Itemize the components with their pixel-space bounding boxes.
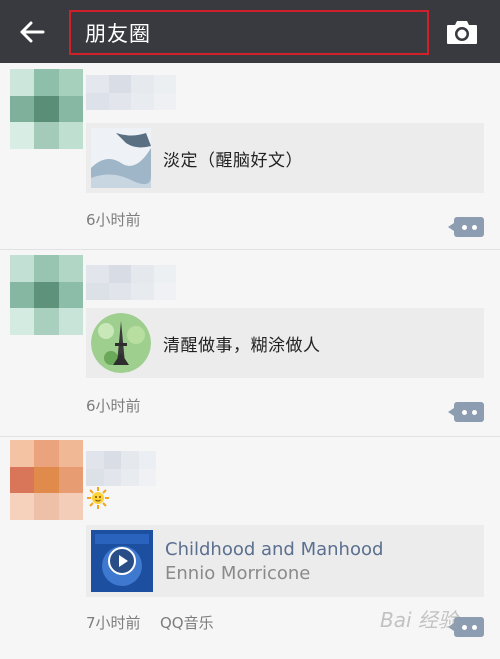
camera-button[interactable]: [440, 12, 484, 52]
page-title: 朋友圈: [85, 21, 151, 46]
user-name-blurred[interactable]: [86, 75, 176, 110]
avatar[interactable]: [10, 255, 83, 335]
top-bar: 朋友圈: [0, 0, 500, 63]
article-title: 清醒做事，糊涂做人: [163, 335, 321, 356]
comment-button[interactable]: [448, 617, 484, 637]
comment-dot: [471, 224, 477, 230]
post-time: 6小时前: [86, 397, 141, 415]
comment-button[interactable]: [448, 402, 484, 422]
feed-post: 淡定（醒脑好文） 6小时前: [0, 63, 500, 250]
article-title: 淡定（醒脑好文）: [163, 150, 303, 171]
user-name-blurred[interactable]: [86, 265, 176, 300]
feed-post: 清醒做事，糊涂做人 6小时前: [0, 250, 500, 437]
avatar[interactable]: [10, 69, 83, 149]
article-thumbnail: [91, 128, 151, 188]
watermark: Bai 经验: [380, 608, 458, 632]
shared-music-card[interactable]: Childhood and Manhood Ennio Morricone: [86, 525, 484, 597]
music-info: Childhood and Manhood Ennio Morricone: [165, 539, 383, 584]
shared-article-card[interactable]: 淡定（醒脑好文）: [86, 123, 484, 193]
post-time: 6小时前: [86, 211, 141, 229]
comment-dot: [471, 409, 477, 415]
avatar[interactable]: [10, 440, 83, 520]
back-button[interactable]: [10, 12, 54, 52]
sun-emoji: [87, 487, 109, 509]
play-icon[interactable]: [108, 547, 136, 575]
camera-icon: [447, 21, 477, 44]
album-cover: [91, 530, 153, 592]
comment-button[interactable]: [448, 217, 484, 237]
post-source[interactable]: QQ音乐: [160, 612, 214, 633]
music-title: Childhood and Manhood: [165, 538, 384, 560]
post-time: 7小时前: [86, 614, 141, 632]
page-title-box: 朋友圈: [69, 10, 429, 55]
comment-dot: [461, 624, 467, 630]
comment-dot: [471, 624, 477, 630]
shared-article-card[interactable]: 清醒做事，糊涂做人: [86, 308, 484, 378]
comment-dot: [461, 224, 467, 230]
music-artist: Ennio Morricone: [165, 562, 311, 584]
user-name-blurred[interactable]: [86, 451, 156, 486]
article-thumbnail: [91, 313, 151, 373]
comment-dot: [461, 409, 467, 415]
arrow-left-icon: [20, 21, 45, 43]
